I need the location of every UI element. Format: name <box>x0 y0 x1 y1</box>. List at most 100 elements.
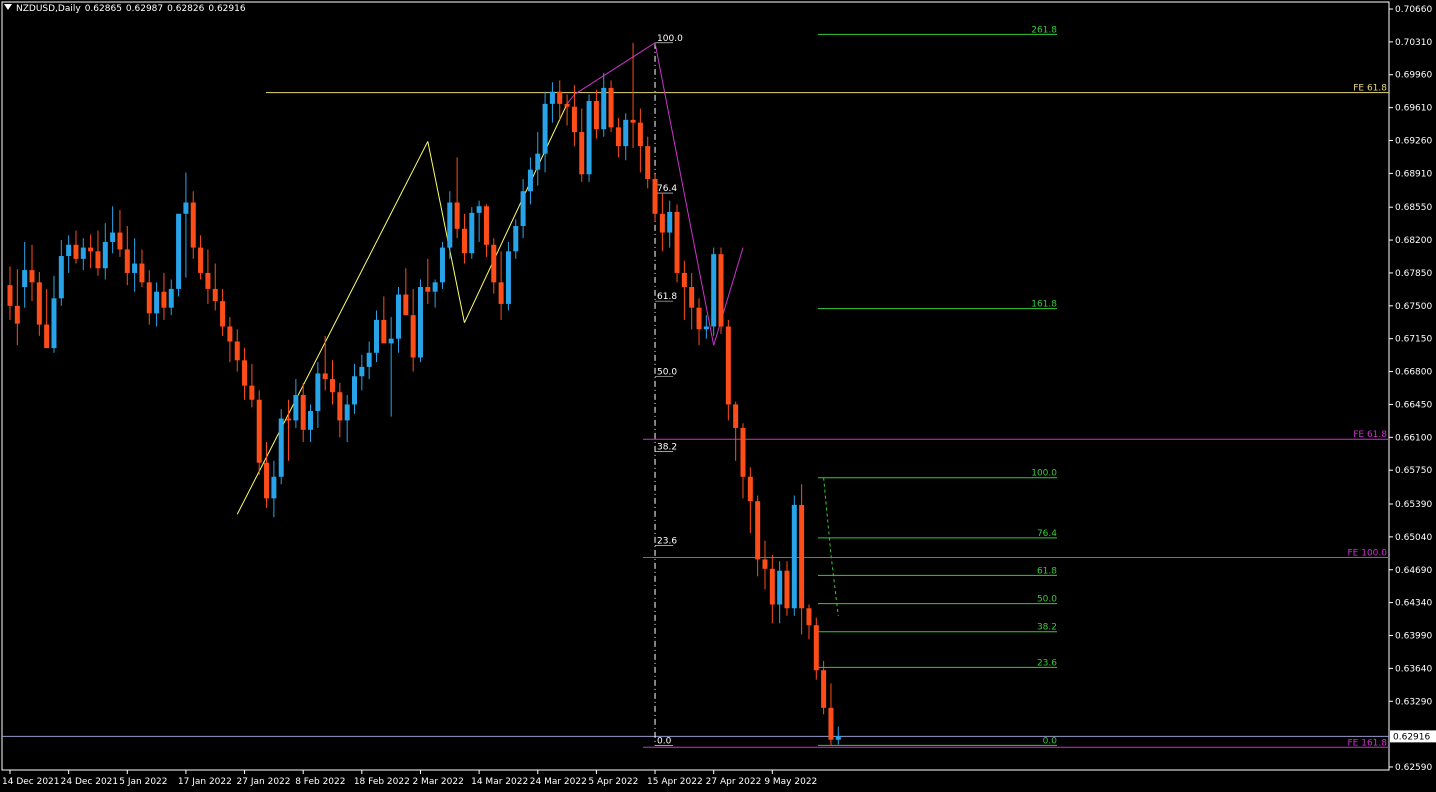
candle-body <box>549 91 555 104</box>
fibo-retracement-label: 50.0 <box>657 367 677 377</box>
candle-body <box>681 272 687 288</box>
x-tick-label: 8 Feb 2022 <box>295 777 345 787</box>
candle-body <box>73 244 79 259</box>
high-value: 0.62987 <box>125 4 164 14</box>
candle-body <box>102 241 108 269</box>
candle-body <box>645 146 651 180</box>
fibo-retracement-label: 23.6 <box>657 536 677 546</box>
x-tick-label: 14 Dec 2021 <box>2 777 60 787</box>
y-tick-label: 0.63640 <box>1395 664 1432 674</box>
candle-body <box>161 291 167 308</box>
dropdown-triangle-icon[interactable] <box>4 4 12 10</box>
fibo-retracement-label: 76.4 <box>657 184 677 194</box>
candle-body <box>527 169 533 192</box>
candle-body <box>476 206 482 213</box>
candle-body <box>615 127 621 147</box>
candle-body <box>381 319 387 344</box>
candle-body <box>249 385 255 400</box>
candle-body <box>278 418 284 477</box>
fibo-retracement-label: 0.0 <box>657 736 672 746</box>
low-value: 0.62826 <box>167 4 205 14</box>
y-tick-label: 0.70660 <box>1395 5 1432 15</box>
candle-body <box>571 106 577 133</box>
candle-body <box>835 736 841 740</box>
zigzag-segment <box>574 42 656 95</box>
y-tick-label: 0.62590 <box>1395 763 1432 773</box>
candle-body <box>755 501 761 560</box>
candle-body <box>733 404 739 428</box>
y-tick-label: 0.64690 <box>1395 566 1432 576</box>
candle-body <box>703 326 709 330</box>
candle-body <box>117 232 123 250</box>
candle-body <box>22 270 28 288</box>
candle-body <box>593 101 599 130</box>
chart-header: NZDUSD,Daily 0.62865 0.62987 0.62826 0.62916 <box>4 4 250 14</box>
candle-body <box>439 247 445 283</box>
y-tick-label: 0.68550 <box>1395 203 1432 213</box>
candle-body <box>564 103 570 107</box>
candle-body <box>659 213 665 233</box>
candle-body <box>242 360 248 386</box>
candle-body <box>652 179 658 214</box>
y-tick-label: 0.66800 <box>1395 368 1432 378</box>
candle-body <box>535 153 541 170</box>
y-tick-label: 0.69260 <box>1395 136 1432 146</box>
candle-body <box>359 366 365 377</box>
fibo-retracement-label: 100.0 <box>657 34 683 44</box>
fibo-expansion-label: 161.8 <box>1031 300 1057 310</box>
candle-body <box>176 213 182 289</box>
chart-window[interactable]: 0.70660 0.70310 0.69960 0.69610 0.69260 0.689… <box>0 0 1436 792</box>
candle-body <box>256 399 262 463</box>
candle-body <box>308 411 314 430</box>
x-tick-label: 24 Dec 2021 <box>61 777 119 787</box>
y-tick-label: 0.68910 <box>1395 169 1432 179</box>
candle-body <box>806 608 812 626</box>
candle-body <box>220 301 226 327</box>
candle-body <box>769 568 775 605</box>
candle-body <box>139 263 145 283</box>
candle-body <box>66 244 72 257</box>
y-tick-label: 0.67150 <box>1395 335 1432 345</box>
candle-body <box>132 263 138 273</box>
candle-body <box>740 427 746 477</box>
open-value: 0.62865 <box>84 4 122 14</box>
fibo-expansion-label: 76.4 <box>1037 529 1057 539</box>
fibo-expansion-label: 100.0 <box>1031 469 1057 479</box>
candle-body <box>14 305 20 324</box>
candle-body <box>198 247 204 273</box>
candle-body <box>234 341 240 361</box>
candle-body <box>80 247 86 259</box>
candle-body <box>542 103 548 154</box>
candle-body <box>828 707 834 740</box>
candle-body <box>403 294 409 316</box>
fibo-expansion-label: 261.8 <box>1031 25 1057 35</box>
candle-body <box>601 87 607 130</box>
candle-body <box>146 282 152 314</box>
symbol-label: NZDUSD,Daily <box>16 4 81 14</box>
x-tick-label: 27 Apr 2022 <box>706 777 762 787</box>
zigzag-segment <box>464 103 568 323</box>
candle-body <box>821 670 827 708</box>
candle-body <box>579 132 585 175</box>
y-tick-label: 0.68200 <box>1395 236 1432 246</box>
candle-body <box>212 288 218 302</box>
candle-body <box>36 282 42 325</box>
candle-body <box>813 625 819 671</box>
candle-body <box>264 462 270 499</box>
y-tick-label: 0.66100 <box>1395 433 1432 443</box>
candle-body <box>286 418 292 421</box>
x-tick-label: 9 May 2022 <box>764 777 817 787</box>
y-tick-label: 0.70310 <box>1395 38 1432 48</box>
candle-body <box>608 87 614 128</box>
candle-body <box>88 247 94 252</box>
candle-body <box>124 249 130 273</box>
candle-body <box>58 256 64 299</box>
fe-label: FE 61.8 <box>1353 430 1387 440</box>
price-chart[interactable]: 0.70660 0.70310 0.69960 0.69610 0.69260 0.689… <box>0 0 1436 792</box>
candle-body <box>777 570 783 605</box>
y-tick-label: 0.65390 <box>1395 500 1432 510</box>
fibo-retracement-label: 38.2 <box>657 442 677 452</box>
candle-body <box>747 476 753 502</box>
candle-body <box>520 191 526 226</box>
candle-body <box>689 287 695 308</box>
